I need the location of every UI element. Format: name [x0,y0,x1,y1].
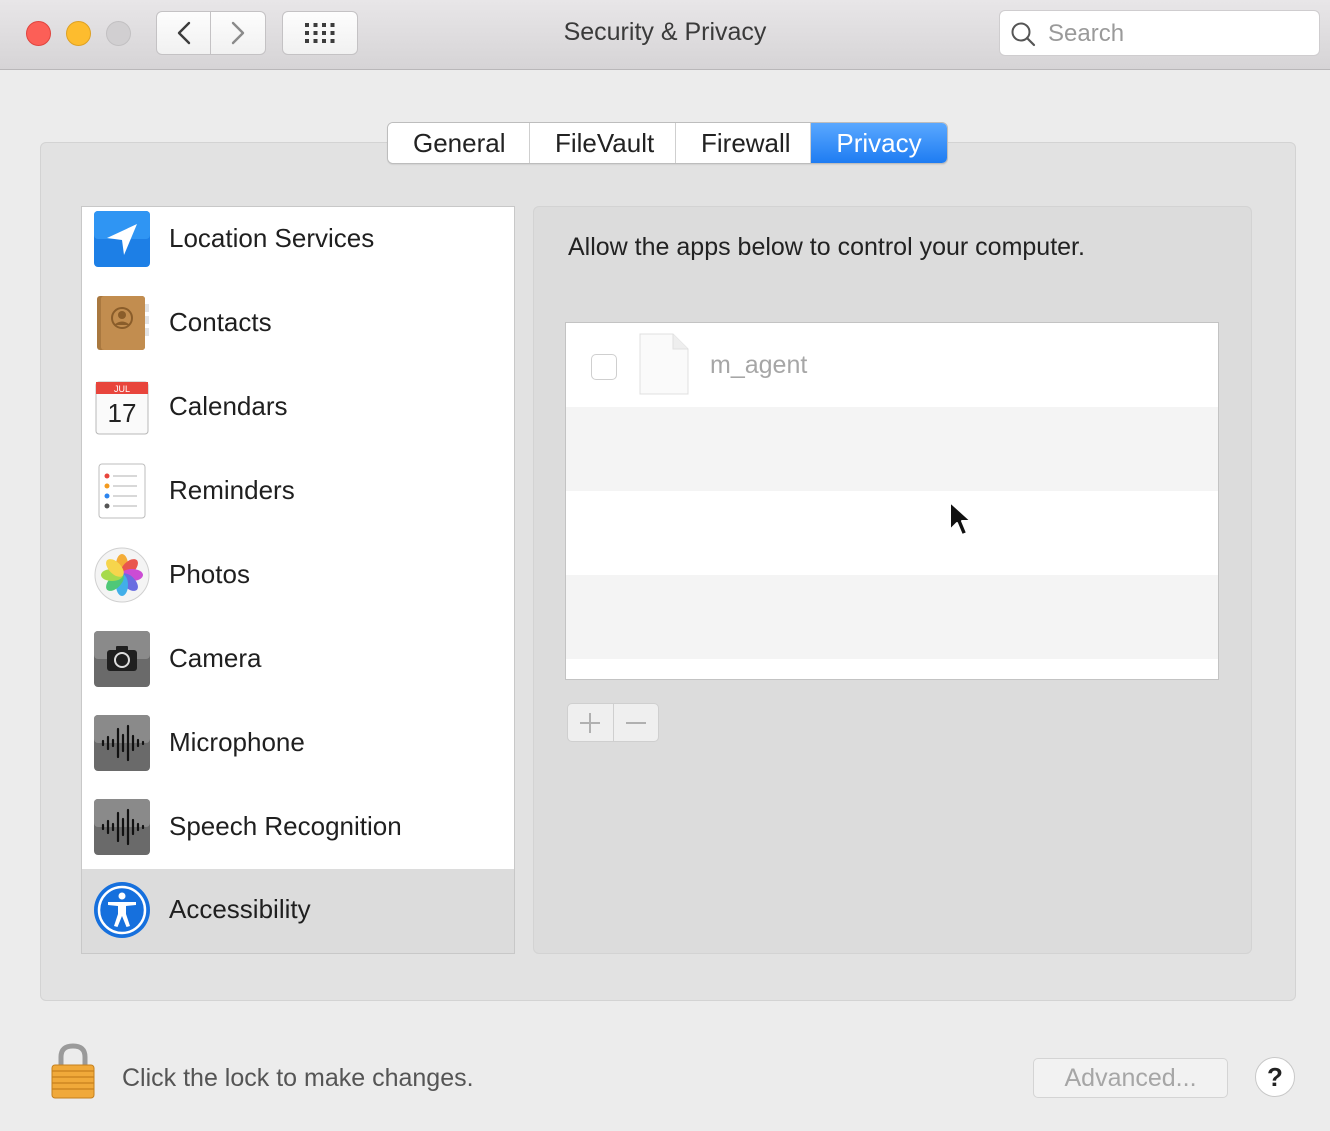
sidebar-item-label: Photos [169,559,250,589]
table-row [566,575,1218,659]
privacy-category-list: Location Services Contacts JUL 17 Calend… [81,206,515,954]
document-icon [639,333,689,395]
calendar-month: JUL [114,384,130,394]
app-name: m_agent [710,351,808,379]
search-icon [1011,22,1036,47]
table-row [566,491,1218,575]
title-bar: Security & Privacy [0,0,1330,70]
sidebar-item-label: Accessibility [169,894,311,924]
sidebar-item-label: Contacts [169,307,272,337]
sidebar-item-label: Camera [169,643,262,673]
sidebar-item-camera[interactable]: Camera [82,627,514,711]
add-app-button[interactable] [568,704,614,741]
app-list: m_agent [565,322,1219,680]
sidebar-item-microphone[interactable]: Microphone [82,711,514,795]
sidebar-item-location-services[interactable]: Location Services [82,207,514,291]
plus-icon [580,712,601,733]
sidebar-item-speech-recognition[interactable]: Speech Recognition [82,795,514,879]
calendar-day: 17 [108,398,137,428]
panel-description: Allow the apps below to control your com… [568,233,1085,261]
photos-flower-icon [94,547,150,603]
camera-icon [94,631,150,687]
app-checkbox[interactable] [591,354,617,380]
waveform-icon [94,799,150,855]
calendar-icon: JUL 17 [95,381,149,435]
tab-privacy[interactable]: Privacy [811,123,947,163]
sidebar-item-label: Microphone [169,727,305,757]
remove-app-button[interactable] [614,704,659,741]
sidebar-item-contacts[interactable]: Contacts [82,291,514,375]
mouse-cursor-icon [949,501,972,536]
tab-firewall[interactable]: Firewall [676,123,811,163]
advanced-button[interactable]: Advanced... [1033,1058,1228,1098]
location-arrow-icon [94,211,150,267]
lock-icon[interactable] [49,1042,97,1100]
reminders-list-icon [98,463,146,519]
sidebar-item-label: Location Services [169,223,375,253]
add-remove-control [567,703,659,742]
sidebar-item-calendars[interactable]: JUL 17 Calendars [82,375,514,459]
tab-general[interactable]: General [388,123,530,163]
list-item[interactable]: m_agent [566,323,1218,407]
sidebar-item-reminders[interactable]: Reminders [82,459,514,543]
search-field[interactable] [999,10,1320,56]
search-input[interactable] [1046,17,1310,51]
contacts-book-icon [97,296,149,350]
waveform-icon [94,715,150,771]
sidebar-item-accessibility[interactable]: Accessibility [82,869,514,953]
sidebar-item-label: Speech Recognition [169,811,402,841]
table-row [566,407,1218,491]
help-button[interactable]: ? [1255,1057,1295,1097]
tab-bar: General FileVault Firewall Privacy [387,122,948,164]
sidebar-item-label: Calendars [169,391,288,421]
minus-icon [625,721,646,724]
sidebar-item-photos[interactable]: Photos [82,543,514,627]
lock-message: Click the lock to make changes. [122,1064,474,1092]
tab-filevault[interactable]: FileVault [530,123,676,163]
accessibility-icon [94,882,150,938]
sidebar-item-label: Reminders [169,475,295,505]
